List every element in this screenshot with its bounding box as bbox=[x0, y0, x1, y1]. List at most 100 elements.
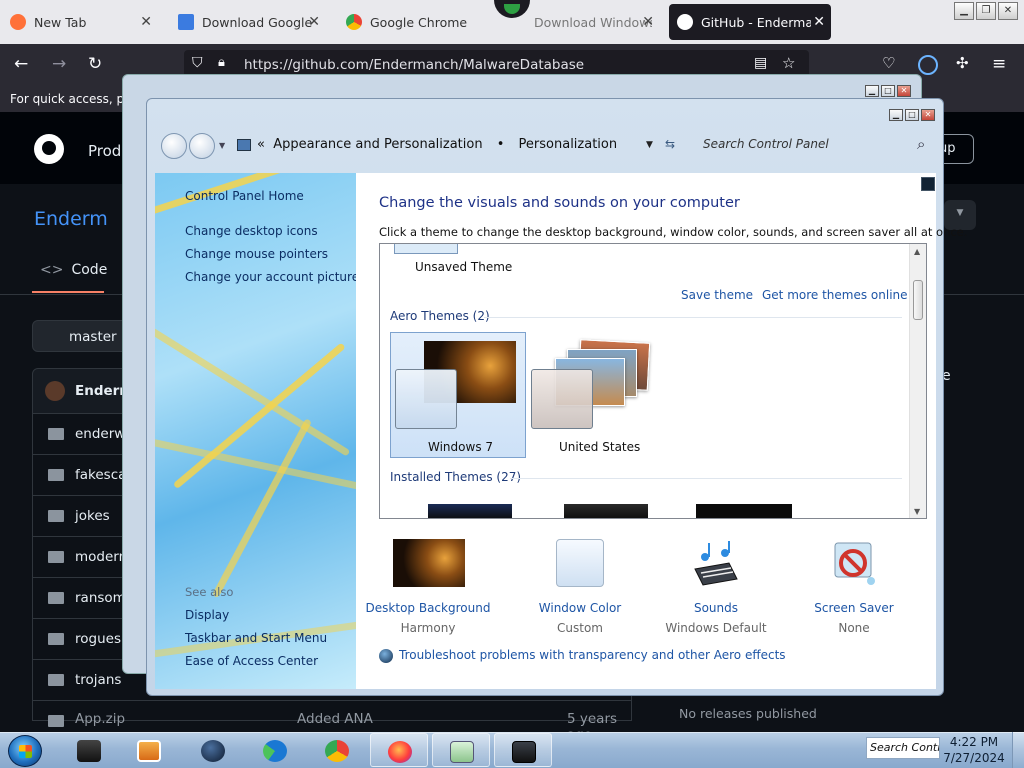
screen-saver-icon[interactable] bbox=[831, 539, 877, 587]
restore-button[interactable]: ❐ bbox=[976, 2, 996, 20]
taskbar-item-media-player[interactable] bbox=[120, 733, 178, 767]
taskbar-item-notepad[interactable] bbox=[432, 733, 490, 767]
taskbar-item-app[interactable] bbox=[184, 733, 242, 767]
folder-name[interactable]: enderw bbox=[75, 426, 125, 442]
sounds-icon[interactable] bbox=[691, 539, 741, 587]
tab-new-tab[interactable]: New Tab ✕ bbox=[2, 4, 158, 40]
tab-code[interactable]: <> Code bbox=[40, 262, 107, 278]
maximize-button[interactable]: □ bbox=[881, 85, 895, 97]
taskbar-item-drive[interactable] bbox=[60, 733, 118, 767]
close-icon[interactable]: ✕ bbox=[813, 14, 825, 30]
installed-theme-thumbnail[interactable] bbox=[564, 504, 648, 518]
breadcrumb-overflow-icon[interactable]: « bbox=[257, 137, 265, 152]
maximize-button[interactable]: □ bbox=[905, 109, 919, 121]
show-desktop-button[interactable] bbox=[1012, 732, 1024, 768]
save-theme-link[interactable]: Save theme bbox=[681, 288, 753, 302]
account-icon[interactable] bbox=[918, 55, 938, 75]
scrollbar-thumb[interactable] bbox=[913, 280, 923, 320]
back-button[interactable] bbox=[161, 133, 187, 159]
reload-icon[interactable]: ↻ bbox=[88, 54, 102, 74]
shield-icon[interactable]: ⛉ bbox=[192, 55, 203, 71]
start-button[interactable] bbox=[8, 735, 42, 767]
avatar[interactable] bbox=[45, 381, 65, 401]
folder-name[interactable]: rogues bbox=[75, 631, 121, 647]
tab-download-google-chrome[interactable]: Download Google Chr ✕ bbox=[170, 4, 326, 40]
taskbar-start-menu-link[interactable]: Taskbar and Start Menu bbox=[185, 631, 327, 645]
repo-name[interactable]: Enderm bbox=[34, 208, 108, 230]
menu-icon[interactable]: ≡ bbox=[992, 54, 1006, 74]
scroll-down-icon[interactable]: ▼ bbox=[914, 507, 920, 516]
setting-title[interactable]: Window Color bbox=[505, 601, 655, 615]
window-color-icon[interactable] bbox=[556, 539, 604, 587]
scroll-up-icon[interactable]: ▲ bbox=[914, 247, 920, 256]
setting-title[interactable]: Desktop Background bbox=[353, 601, 503, 615]
theme-label[interactable]: Windows 7 bbox=[428, 440, 493, 454]
tab-google-chrome[interactable]: Google Chrome bbox=[338, 4, 494, 40]
refresh-icon[interactable]: ⇆ bbox=[665, 137, 675, 151]
close-icon[interactable]: ✕ bbox=[642, 14, 654, 30]
close-icon[interactable]: ✕ bbox=[308, 14, 320, 30]
back-arrow-icon[interactable]: ← bbox=[14, 54, 28, 74]
forward-arrow-icon[interactable]: → bbox=[52, 54, 66, 74]
forward-button[interactable] bbox=[189, 133, 215, 159]
change-desktop-icons-link[interactable]: Change desktop icons bbox=[185, 224, 318, 238]
installed-theme-thumbnail[interactable] bbox=[696, 504, 792, 518]
taskbar-item-control-panel[interactable] bbox=[494, 733, 552, 767]
address-dropdown-icon[interactable]: ▼ bbox=[646, 140, 653, 150]
windows-7-color-swatch[interactable] bbox=[395, 369, 457, 429]
bookmark-star-icon[interactable]: ☆ bbox=[782, 54, 795, 72]
change-mouse-pointers-link[interactable]: Change mouse pointers bbox=[185, 247, 328, 261]
search-icon[interactable]: ⌕ bbox=[917, 135, 925, 153]
folder-name[interactable]: ransom bbox=[75, 590, 126, 606]
folder-name[interactable]: trojans bbox=[75, 672, 121, 688]
close-button[interactable]: ✕ bbox=[998, 2, 1018, 20]
breadcrumb-appearance[interactable]: Appearance and Personalization bbox=[273, 137, 482, 152]
minimize-button[interactable]: ▁ bbox=[889, 109, 903, 121]
url-text[interactable]: https://github.com/Endermanch/MalwareDat… bbox=[244, 57, 584, 73]
breadcrumb-separator-icon[interactable]: • bbox=[497, 137, 505, 152]
ease-of-access-link[interactable]: Ease of Access Center bbox=[185, 654, 318, 668]
search-input[interactable]: Search Control Panel bbox=[703, 137, 893, 151]
system-clock[interactable]: 4:22 PM 7/27/2024 bbox=[942, 734, 1006, 766]
breadcrumb-personalization[interactable]: Personalization bbox=[519, 137, 618, 152]
close-button[interactable]: ✕ bbox=[921, 109, 935, 121]
folder-name[interactable]: jokes bbox=[75, 508, 110, 524]
unsaved-theme-label[interactable]: Unsaved Theme bbox=[415, 260, 512, 274]
list-item[interactable]: App.zip Added ANA 5 years ago bbox=[32, 701, 632, 743]
theme-list-scrollbar[interactable]: ▲ ▼ bbox=[909, 244, 926, 518]
help-icon[interactable] bbox=[921, 177, 935, 191]
product-menu[interactable]: Prod bbox=[88, 142, 121, 160]
desktop-background-icon[interactable] bbox=[393, 539, 465, 587]
installed-theme-thumbnail[interactable] bbox=[428, 504, 512, 518]
troubleshoot-icon[interactable] bbox=[379, 649, 393, 663]
github-logo-icon[interactable] bbox=[34, 134, 64, 164]
reader-view-icon[interactable]: ▤ bbox=[754, 55, 767, 71]
file-name[interactable]: App.zip bbox=[75, 711, 125, 727]
folder-name[interactable]: modern bbox=[75, 549, 127, 565]
setting-title[interactable]: Sounds bbox=[641, 601, 791, 615]
theme-label[interactable]: United States bbox=[559, 440, 640, 454]
unsaved-theme-thumbnail[interactable] bbox=[394, 244, 458, 254]
commit-message[interactable]: Added ANA bbox=[297, 711, 373, 727]
close-button[interactable]: ✕ bbox=[897, 85, 911, 97]
close-icon[interactable]: ✕ bbox=[140, 14, 152, 30]
control-panel-home-link[interactable]: Control Panel Home bbox=[185, 189, 304, 203]
taskbar-item-edge[interactable] bbox=[246, 733, 304, 767]
united-states-color-swatch[interactable] bbox=[531, 369, 593, 429]
minimize-button[interactable]: ▁ bbox=[865, 85, 879, 97]
folder-name[interactable]: fakesca bbox=[75, 467, 126, 483]
display-link[interactable]: Display bbox=[185, 608, 229, 622]
recent-pages-icon[interactable]: ▼ bbox=[219, 141, 225, 150]
change-account-picture-link[interactable]: Change your account picture bbox=[185, 270, 356, 284]
setting-title[interactable]: Screen Saver bbox=[779, 601, 929, 615]
lock-icon[interactable]: 🔒︎ bbox=[218, 55, 225, 70]
tab-github[interactable]: GitHub - Enderman ✕ bbox=[669, 4, 831, 40]
pocket-icon[interactable]: ♡ bbox=[882, 54, 895, 72]
taskbar-item-firefox[interactable] bbox=[370, 733, 428, 767]
extensions-icon[interactable]: ✣ bbox=[956, 54, 969, 72]
taskbar-item-chrome[interactable] bbox=[308, 733, 366, 767]
troubleshoot-link[interactable]: Troubleshoot problems with transparency … bbox=[399, 648, 786, 662]
get-more-themes-link[interactable]: Get more themes online bbox=[762, 288, 908, 302]
branch-selector[interactable]: master bbox=[32, 320, 132, 352]
tray-search-input[interactable]: Search Contr bbox=[866, 737, 940, 759]
